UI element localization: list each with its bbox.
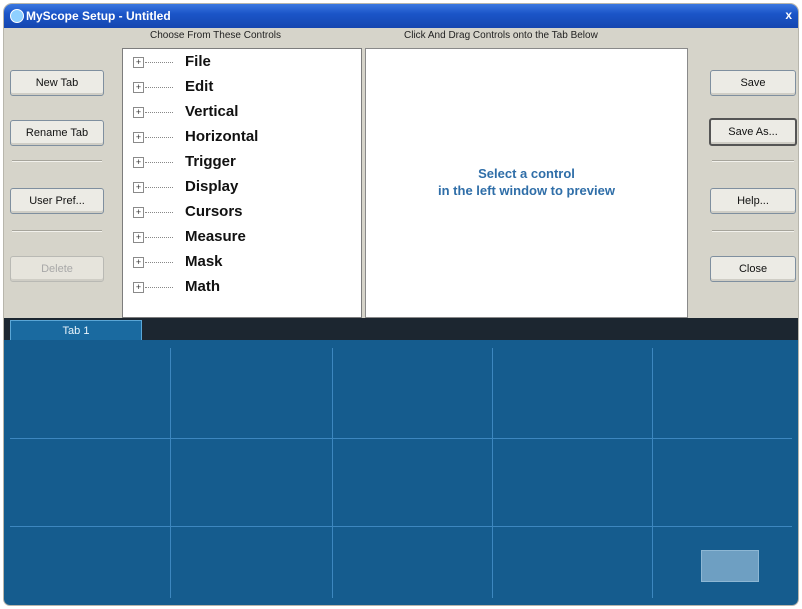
tree-item-file[interactable]: + File [123,51,333,77]
window-title: MyScope Setup - Untitled [26,9,171,23]
plus-box-icon[interactable]: + [133,182,144,193]
tab-content-area[interactable] [4,340,798,605]
tree-item-measure[interactable]: + Measure [123,226,333,252]
plus-box-icon[interactable]: + [133,82,144,93]
tree-item-label: Trigger [185,153,236,170]
plus-box-icon[interactable]: + [133,107,144,118]
close-icon[interactable]: x [785,8,792,22]
new-tab-button[interactable]: New Tab [10,70,104,96]
app-icon [10,9,24,23]
myscope-setup-window: MyScope Setup - Untitled x Choose From T… [4,4,798,605]
separator [712,160,794,162]
tree-item-cursors[interactable]: + Cursors [123,201,333,227]
grid-line [170,348,171,598]
tree-connector [145,262,173,263]
tree-item-mask[interactable]: + Mask [123,251,333,277]
plus-box-icon[interactable]: + [133,282,144,293]
user-pref-button[interactable]: User Pref... [10,188,104,214]
tree-item-horizontal[interactable]: + Horizontal [123,126,333,152]
tree-connector [145,237,173,238]
preview-message-line1: Select a control [478,166,575,181]
placed-control[interactable] [701,550,759,582]
tree-connector [145,287,173,288]
grid-line [652,348,653,598]
tree-item-label: Display [185,178,239,195]
tree-item-label: Math [185,278,220,295]
plus-box-icon[interactable]: + [133,232,144,243]
grid-line [492,348,493,598]
tree-connector [145,137,173,138]
grid-line [10,526,792,527]
preview-message-line2: in the left window to preview [438,183,615,198]
tree-item-label: Measure [185,228,246,245]
save-button[interactable]: Save [710,70,796,96]
tree-item-label: Mask [185,253,223,270]
tree-item-vertical[interactable]: + Vertical [123,101,333,127]
help-button[interactable]: Help... [710,188,796,214]
plus-box-icon[interactable]: + [133,207,144,218]
preview-message: Select a control in the left window to p… [366,165,687,199]
title-bar[interactable]: MyScope Setup - Untitled x [4,4,798,28]
separator [712,230,794,232]
tree-connector [145,87,173,88]
plus-box-icon[interactable]: + [133,132,144,143]
plus-box-icon[interactable]: + [133,157,144,168]
tree-item-label: Edit [185,78,214,95]
tree-item-edit[interactable]: + Edit [123,76,333,102]
tab-1[interactable]: Tab 1 [10,320,142,340]
plus-box-icon[interactable]: + [133,57,144,68]
plus-box-icon[interactable]: + [133,257,144,268]
grid-line [10,438,792,439]
save-as-button[interactable]: Save As... [709,118,797,146]
tree-item-trigger[interactable]: + Trigger [123,151,333,177]
preview-pane[interactable]: Select a control in the left window to p… [365,48,688,318]
grid-line [332,348,333,598]
tree-item-label: File [185,53,211,70]
rename-tab-button[interactable]: Rename Tab [10,120,104,146]
delete-button[interactable]: Delete [10,256,104,282]
tree-connector [145,112,173,113]
tree-item-label: Cursors [185,203,243,220]
tree-connector [145,187,173,188]
controls-tree[interactable]: + File + Edit + Vertical + Horizontal + Trigger + D… [122,48,362,318]
tree-connector [145,62,173,63]
preview-header: Click And Drag Controls onto the Tab Bel… [404,30,598,41]
tree-item-display[interactable]: + Display [123,176,333,202]
tree-item-label: Horizontal [185,128,259,145]
controls-header: Choose From These Controls [150,30,281,41]
close-button[interactable]: Close [710,256,796,282]
tree-connector [145,212,173,213]
separator [12,230,102,232]
tree-item-math[interactable]: + Math [123,276,333,302]
tree-connector [145,162,173,163]
tree-item-label: Vertical [185,103,239,120]
separator [12,160,102,162]
